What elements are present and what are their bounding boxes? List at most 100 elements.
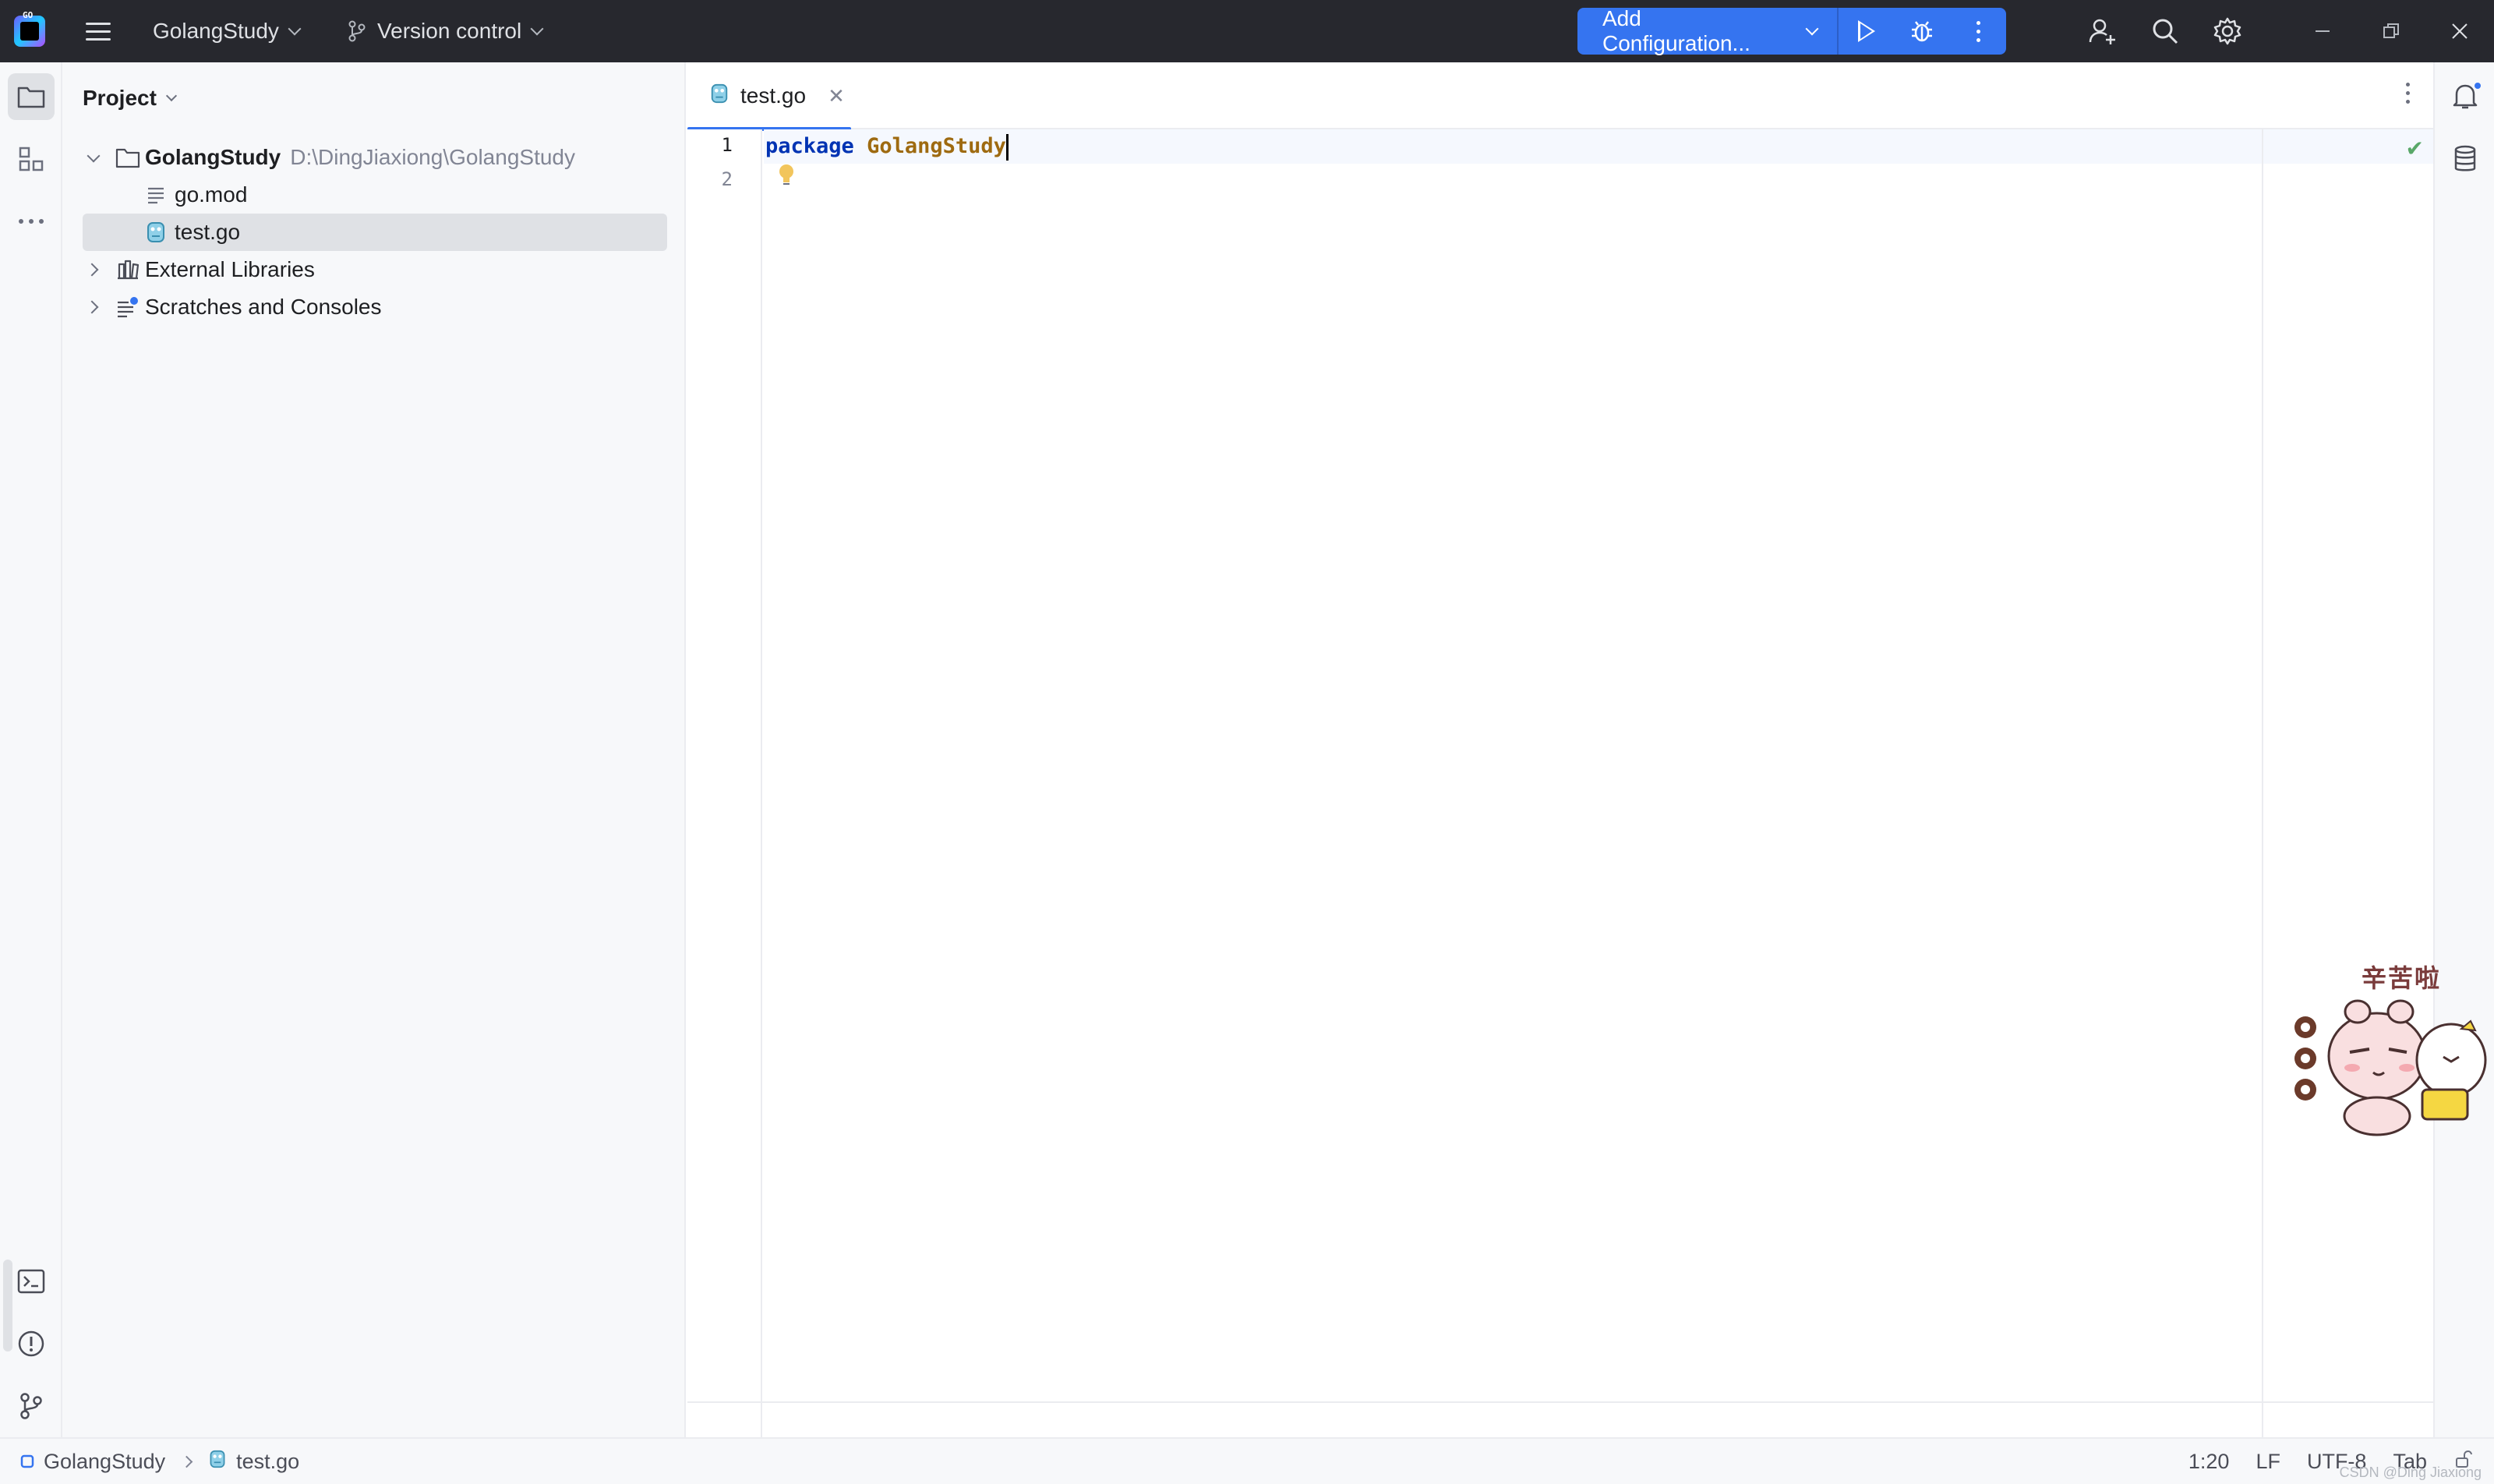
watermark-text: CSDN @Ding Jiaxiong	[2339, 1465, 2482, 1480]
chevron-right-icon[interactable]	[85, 263, 99, 277]
add-user-icon	[2089, 19, 2115, 44]
line-number: 2	[721, 168, 733, 190]
sticker-text: 辛苦啦	[2362, 963, 2442, 993]
search-everywhere-button[interactable]	[2134, 0, 2196, 62]
project-tool-button[interactable]	[8, 73, 55, 120]
tree-item-scratches[interactable]: Scratches and Consoles	[83, 288, 667, 326]
project-switcher[interactable]: GolangStudy	[153, 0, 302, 62]
structure-tool-button[interactable]	[8, 136, 55, 182]
project-view-selector[interactable]: Project	[83, 83, 178, 114]
navigation-breadcrumb: GolangStudy test.go	[20, 1439, 299, 1484]
folder-icon	[115, 145, 140, 170]
code-package-name: GolangStudy	[867, 134, 1006, 158]
chevron-down-icon	[165, 90, 178, 102]
gear-icon	[2213, 17, 2241, 45]
editor-tab-bar: test.go ✕	[687, 62, 2433, 131]
line-separator-widget[interactable]: LF	[2256, 1450, 2280, 1474]
terminal-icon	[17, 1269, 45, 1294]
structure-icon	[19, 147, 44, 171]
tree-item-external-libraries[interactable]: External Libraries	[83, 251, 667, 288]
play-icon	[1857, 20, 1875, 42]
goland-logo-icon[interactable]: GO	[14, 0, 48, 62]
line-number-gutter[interactable]: 1 2	[687, 129, 762, 1464]
chevron-right-icon	[180, 1455, 193, 1468]
problems-tool-button[interactable]	[8, 1320, 55, 1367]
close-icon	[2452, 23, 2468, 39]
status-bar: GolangStudy test.go 1:20 LF UTF-8 Tab CS…	[0, 1437, 2494, 1484]
project-name: GolangStudy	[153, 19, 279, 43]
chevron-right-icon[interactable]	[85, 300, 99, 314]
add-configuration-label: Add Configuration...	[1602, 6, 1750, 55]
project-panel: Project GolangStudy D:\DingJiaxiong\Golan…	[62, 62, 686, 1437]
branch-icon	[348, 20, 366, 42]
run-button[interactable]	[1839, 8, 1895, 55]
text-caret	[1005, 133, 1009, 161]
tree-item-label: go.mod	[175, 182, 248, 207]
more-vertical-icon	[1976, 20, 1980, 42]
sticker-image: 辛苦啦	[2284, 943, 2494, 1138]
right-tool-window-bar	[2433, 62, 2494, 1437]
restore-icon	[2383, 23, 2399, 38]
tree-item-label: GolangStudy	[145, 145, 281, 169]
more-horizontal-icon	[19, 219, 44, 224]
project-panel-title: Project	[83, 86, 157, 110]
breadcrumb-project[interactable]: GolangStudy	[44, 1450, 165, 1474]
vcs-widget[interactable]: Version control	[348, 0, 544, 62]
tree-item-label: External Libraries	[145, 257, 315, 281]
notification-badge	[2473, 81, 2482, 90]
settings-button[interactable]	[2196, 0, 2259, 62]
run-more-button[interactable]	[1950, 8, 2006, 55]
code-with-me-button[interactable]	[2072, 0, 2134, 62]
database-tool-button[interactable]	[2442, 136, 2489, 182]
current-line-highlight	[764, 129, 2433, 164]
caret-position[interactable]: 1:20	[2188, 1450, 2230, 1474]
debug-button[interactable]	[1894, 8, 1950, 55]
file-text-icon	[143, 182, 168, 207]
scratches-icon	[115, 295, 140, 320]
restore-button[interactable]	[2357, 0, 2425, 62]
chevron-down-icon	[288, 22, 302, 36]
git-tool-button[interactable]	[8, 1383, 55, 1429]
go-file-icon	[709, 83, 729, 110]
vcs-label: Version control	[377, 19, 522, 43]
minimize-icon	[2316, 30, 2330, 32]
code-keyword: package	[765, 134, 854, 158]
library-icon	[115, 257, 140, 282]
terminal-tool-button[interactable]	[8, 1258, 55, 1305]
left-tool-window-bar	[0, 62, 62, 1437]
tree-item-go-mod[interactable]: go.mod	[83, 176, 667, 214]
minimize-button[interactable]	[2288, 0, 2357, 62]
add-configuration-button[interactable]: Add Configuration...	[1577, 6, 1839, 55]
main-menu-icon[interactable]	[84, 0, 112, 62]
notifications-button[interactable]	[2442, 73, 2489, 120]
tab-label: test.go	[740, 83, 807, 108]
folder-icon	[17, 87, 45, 108]
warning-circle-icon	[18, 1330, 44, 1357]
database-icon	[2454, 145, 2476, 171]
code-text-area[interactable]: package GolangStudy	[765, 129, 1009, 164]
more-tool-windows-button[interactable]	[8, 198, 55, 245]
bug-icon	[1912, 21, 1933, 42]
tree-item-label: Scratches and Consoles	[145, 295, 382, 319]
inspection-ok-icon[interactable]: ✔	[2406, 136, 2424, 161]
search-icon	[2153, 19, 2178, 44]
tree-item-label: test.go	[175, 220, 241, 244]
editor-tab-options-icon[interactable]	[2406, 83, 2410, 104]
breadcrumb-file[interactable]: test.go	[236, 1450, 299, 1474]
tree-item-test-go[interactable]: test.go	[83, 214, 667, 251]
close-icon[interactable]: ✕	[828, 84, 845, 108]
tab-test-go[interactable]: test.go ✕	[687, 62, 851, 131]
go-file-icon	[208, 1449, 227, 1475]
module-icon	[20, 1450, 34, 1474]
chevron-down-icon[interactable]	[87, 149, 101, 163]
project-tree: GolangStudy D:\DingJiaxiong\GolangStudy g…	[83, 139, 667, 326]
right-margin-guide	[2262, 129, 2263, 1464]
chevron-down-icon	[530, 22, 544, 36]
project-path-hint: D:\DingJiaxiong\GolangStudy	[290, 145, 575, 169]
title-bar: GO GolangStudy Version control Add Confi…	[0, 0, 2494, 62]
intention-bulb-icon[interactable]	[776, 162, 797, 191]
close-window-button[interactable]	[2425, 0, 2494, 62]
tree-item-golangstudy[interactable]: GolangStudy D:\DingJiaxiong\GolangStudy	[83, 139, 667, 176]
chevron-down-icon	[1805, 22, 1819, 36]
line-number: 1	[721, 134, 733, 156]
